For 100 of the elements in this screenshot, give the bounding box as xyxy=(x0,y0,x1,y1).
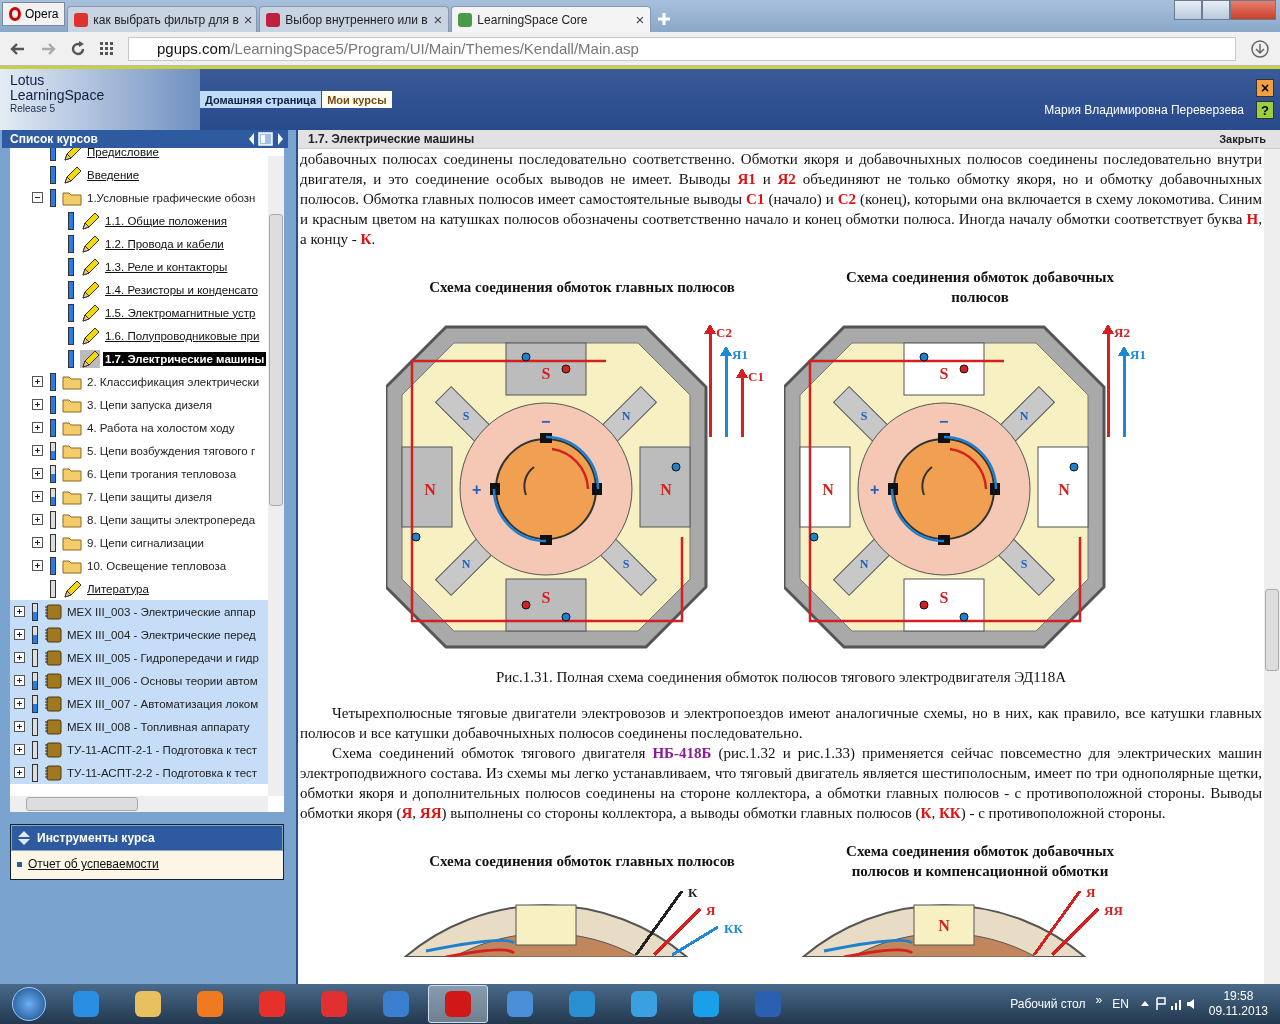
address-field[interactable]: pgups.com/LearningSpace5/Program/UI/Main/Themes/Kendall/Main.asp xyxy=(128,36,1236,61)
expand-toggle-icon[interactable] xyxy=(32,514,43,525)
expand-toggle-icon[interactable] xyxy=(14,767,25,778)
expand-toggle-icon[interactable] xyxy=(14,652,25,663)
pole-letter: N xyxy=(938,916,950,934)
tree-item[interactable]: 8. Цепи защиты электропереда xyxy=(85,512,258,527)
lead-label: ЯЯ xyxy=(1104,903,1123,918)
tree-item[interactable]: 1.4. Резисторы и конденсато xyxy=(103,282,260,297)
progress-indicator xyxy=(50,487,56,506)
expand-toggle-icon[interactable] xyxy=(32,537,43,548)
progress-indicator xyxy=(32,694,38,713)
clock-date[interactable]: 09.11.2013 xyxy=(1208,1004,1268,1019)
diagram-title: Схема соединения обмоток добавочных полюсов xyxy=(845,268,1115,307)
tree-item[interactable]: 7. Цепи защиты дизеля xyxy=(85,489,215,504)
tree-item[interactable]: Введение xyxy=(85,167,142,182)
progress-indicator xyxy=(50,188,56,207)
brush-sign: + xyxy=(472,481,482,498)
paragraph: Четырехполюсные тяговые двигатели электровозов и электропоездов имеют аналогичные схемы, но в них, как правило, все катушки главных полюсов и все катушки добавочныхных полюсов соединены последовательно. xyxy=(300,704,1262,743)
download-icon[interactable] xyxy=(1250,38,1270,59)
collapse-arrows-icon[interactable] xyxy=(16,830,32,846)
tab-close-button[interactable]: × xyxy=(243,12,253,27)
panel-nav-icon[interactable] xyxy=(248,132,284,146)
tree-item[interactable]: 1.5. Электромагнитные устр xyxy=(103,305,258,320)
browser-tab[interactable]: LearningSpace Core × xyxy=(451,6,652,32)
pencil-icon xyxy=(62,579,82,598)
tree-item[interactable]: 1.3. Реле и контакторы xyxy=(103,259,230,274)
tree-item[interactable]: 1.Условные графические обозн xyxy=(85,190,258,205)
tree-item[interactable]: 3. Цепи запуска дизеля xyxy=(85,397,214,412)
expand-toggle-icon[interactable] xyxy=(14,629,25,640)
expand-toggle-icon[interactable] xyxy=(32,376,43,387)
expand-toggle-icon[interactable] xyxy=(32,399,43,410)
language-indicator[interactable]: EN xyxy=(1112,997,1129,1011)
brush-sign: − xyxy=(541,413,551,430)
progress-indicator xyxy=(50,556,56,575)
paragraph: добавочных полюсах соединены последовательно соответственно. Обмотки якоря и добавочныхных полюсов соединены последовательно внутри двигателя, и это соединение особых выводов не имеет. Выводы Я1 и Я2 объединяют не только обмотку якоря, но и обмотку добавочныхных полюсов. Обмотка главных полюсов имеет самостоятельные выводы С1 (начало) и С2 (конец), которыми она включается в схему локомотива. Синим и красным цветом на катушках полюсов обозначены соответственно начало и конец обмотки полюса. Иногда началу обмотки соответствует буква Н, а концу - К. xyxy=(300,150,1262,249)
tree-item[interactable]: 10. Освещение тепловоза xyxy=(85,558,229,573)
reload-icon[interactable] xyxy=(70,40,86,57)
progress-indicator xyxy=(50,165,56,184)
lead-label: С1 xyxy=(748,369,764,384)
expand-toggle-icon[interactable] xyxy=(14,698,25,709)
expand-toggle-icon[interactable] xyxy=(32,491,43,502)
nav-tab[interactable]: Домашняя страница xyxy=(200,91,322,108)
progress-indicator xyxy=(32,625,38,644)
tab-close-button[interactable]: × xyxy=(635,12,645,27)
pole-letter: N xyxy=(660,480,672,498)
desktop-label[interactable]: Рабочий стол xyxy=(1010,997,1086,1011)
folder-icon xyxy=(62,373,82,390)
expand-toggle-icon[interactable] xyxy=(32,422,43,433)
expand-toggle-icon[interactable] xyxy=(32,192,43,203)
expand-toggle-icon[interactable] xyxy=(32,468,43,479)
panel-title: Список курсов xyxy=(10,132,98,146)
tree-item[interactable]: 1.2. Провода и кабели xyxy=(103,236,226,251)
pencil-icon xyxy=(62,148,82,161)
expand-toggle-icon[interactable] xyxy=(32,560,43,571)
book-icon xyxy=(44,764,62,781)
progress-indicator xyxy=(50,464,56,483)
browser-tab[interactable]: Выбор внутреннего или в × xyxy=(259,6,450,32)
tree-item[interactable]: 9. Цепи сигнализации xyxy=(85,535,206,550)
grid-icon[interactable] xyxy=(100,41,114,56)
expand-toggle-icon[interactable] xyxy=(14,675,25,686)
expand-toggle-icon[interactable] xyxy=(14,744,25,755)
tree-item[interactable]: Литература xyxy=(85,581,151,596)
opera-menu-button[interactable]: Opera xyxy=(2,2,66,26)
close-button[interactable]: × xyxy=(1256,79,1274,97)
taskbar-app-button[interactable] xyxy=(428,985,488,1023)
toolbar-expand[interactable]: » xyxy=(1095,993,1103,1007)
back-icon[interactable] xyxy=(10,41,26,56)
lead-label: Я1 xyxy=(1130,347,1146,362)
tree-item[interactable]: 1.7. Электрические машины xyxy=(103,351,267,366)
diagram-title: Схема соединения обмоток добавочных полюсов и компенсационной обмотки xyxy=(845,842,1115,881)
tree-item[interactable]: 1.6. Полупроводниковые при xyxy=(103,328,262,343)
tree-item[interactable]: Предисловие xyxy=(85,148,161,159)
window-controls-icon[interactable] xyxy=(1174,0,1276,20)
pole-letter: S xyxy=(462,408,470,423)
close-link[interactable]: Закрыть xyxy=(1219,133,1266,145)
tab-close-button[interactable]: × xyxy=(433,12,443,27)
scrollbar[interactable] xyxy=(268,156,284,796)
nav-tab[interactable]: Мои курсы xyxy=(322,91,392,108)
brush-sign: − xyxy=(939,413,949,430)
logo-text: Lotus xyxy=(10,73,46,88)
pole-letter: S xyxy=(541,588,551,606)
tree-item[interactable]: 2. Классификация электрически xyxy=(85,374,262,389)
report-link[interactable]: Отчет об успеваемости xyxy=(28,857,159,871)
pole-letter: S xyxy=(939,364,949,382)
expand-toggle-icon[interactable] xyxy=(14,606,25,617)
tree-item[interactable]: 6. Цепи трогания тепловоза xyxy=(85,466,239,481)
expand-toggle-icon[interactable] xyxy=(14,721,25,732)
tree-item[interactable]: 1.1. Общие положения xyxy=(103,213,229,228)
scrollbar[interactable] xyxy=(1264,149,1280,984)
browser-tab[interactable]: как выбрать фильтр для в × xyxy=(67,6,258,32)
clock-time[interactable]: 19:58 xyxy=(1223,989,1254,1004)
tree-item[interactable]: 4. Работа на холостом ходу xyxy=(85,420,237,435)
tree-item[interactable]: 5. Цепи возбуждения тягового г xyxy=(85,443,258,458)
pencil-icon xyxy=(80,326,100,345)
pencil-icon xyxy=(80,257,100,276)
pencil-icon xyxy=(80,349,100,368)
expand-toggle-icon[interactable] xyxy=(32,445,43,456)
help-button[interactable]: ? xyxy=(1256,101,1274,119)
lead-label: К xyxy=(688,885,698,900)
scrollbar[interactable] xyxy=(10,796,268,812)
